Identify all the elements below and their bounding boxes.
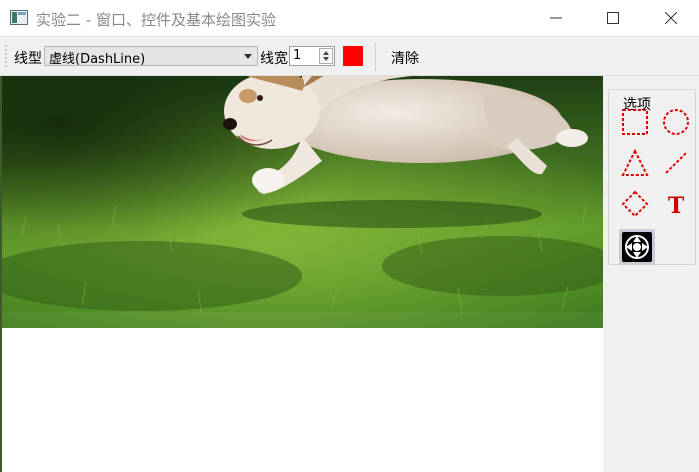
pen-color-button[interactable] xyxy=(343,46,363,66)
options-group: 选项 T xyxy=(608,89,696,265)
title-bar: 实验二 - 窗口、控件及基本绘图实验 xyxy=(0,0,699,37)
text-icon-glyph: T xyxy=(668,193,685,219)
spin-up-icon[interactable] xyxy=(323,51,329,55)
puppy-photo xyxy=(2,76,603,328)
line-width-spinbox[interactable]: 1 xyxy=(289,46,335,66)
line-style-combobox[interactable]: 虚线(DashLine) xyxy=(44,46,258,67)
close-button[interactable] xyxy=(648,0,694,36)
app-icon xyxy=(10,10,28,25)
spin-buttons xyxy=(319,48,333,64)
line-icon xyxy=(665,152,687,174)
maximize-icon xyxy=(607,12,619,24)
spin-down-icon[interactable] xyxy=(323,57,329,61)
toolbar-separator xyxy=(375,43,376,71)
toolbar: 线型 虚线(DashLine) 线宽 1 清除 xyxy=(0,37,699,76)
image-tool-button[interactable] xyxy=(619,229,655,265)
line-tool-button[interactable] xyxy=(660,147,692,179)
triangle-tool-button[interactable] xyxy=(619,147,651,179)
text-tool-button[interactable]: T xyxy=(660,188,692,220)
diamond-tool-button[interactable] xyxy=(619,188,651,220)
line-width-value: 1 xyxy=(293,48,302,63)
rectangle-icon xyxy=(622,109,648,135)
rectangle-tool-button[interactable] xyxy=(619,106,651,138)
text-icon: T xyxy=(668,193,685,219)
maximize-button[interactable] xyxy=(590,0,636,36)
dropdown-arrow-icon xyxy=(244,54,252,59)
diamond-icon xyxy=(621,190,649,218)
line-width-label: 线宽 xyxy=(260,51,288,67)
minimize-button[interactable] xyxy=(533,0,579,36)
window-title: 实验二 - 窗口、控件及基本绘图实验 xyxy=(36,11,276,29)
minimize-icon xyxy=(550,17,562,19)
toolbar-grip[interactable] xyxy=(5,44,7,68)
clear-button-label: 清除 xyxy=(391,51,419,67)
close-icon xyxy=(665,12,677,24)
clear-button[interactable]: 清除 xyxy=(386,45,426,67)
ellipse-icon xyxy=(663,109,689,135)
line-style-label: 线型 xyxy=(14,51,42,67)
options-dock: 选项 T xyxy=(603,76,699,472)
ellipse-tool-button[interactable] xyxy=(660,106,692,138)
line-style-value: 虚线(DashLine) xyxy=(49,52,146,67)
image-tool-icon xyxy=(622,232,652,262)
triangle-icon xyxy=(621,148,649,176)
